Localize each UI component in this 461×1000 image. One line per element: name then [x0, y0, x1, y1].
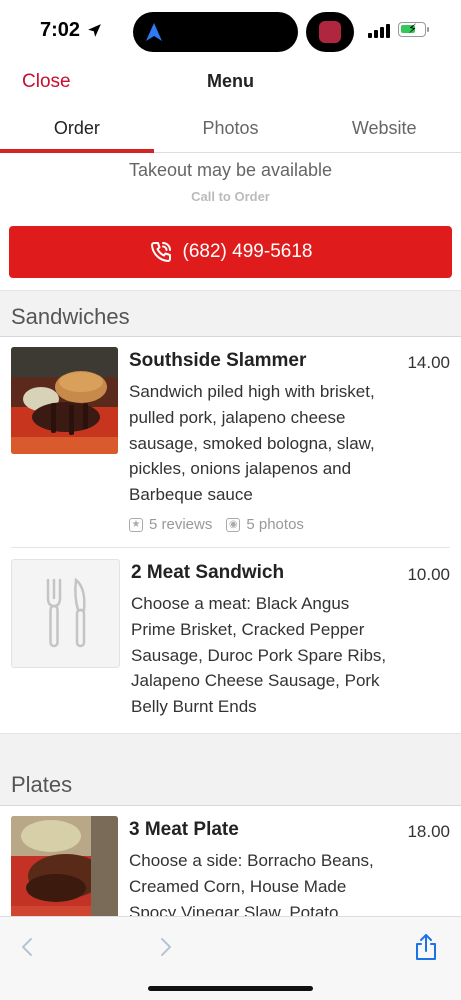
back-arrow-icon[interactable] [8, 927, 48, 967]
menu-item[interactable]: 2 Meat Sandwich 10.00 Choose a meat: Bla… [0, 548, 461, 733]
item-description: Choose a meat: Black Angus Prime Brisket… [131, 594, 387, 717]
item-photo[interactable] [11, 816, 118, 916]
section-header-sandwiches: Sandwiches [0, 290, 461, 337]
tab-website[interactable]: Website [307, 108, 461, 152]
photo-count[interactable]: 5 photos [246, 516, 304, 533]
nav-header: Close Menu [0, 62, 461, 104]
takeout-title: Takeout may be available [128, 160, 333, 180]
takeout-subtitle: Call to Order [191, 189, 270, 204]
home-indicator [148, 986, 313, 991]
section-title: Plates [11, 772, 73, 797]
dynamic-island-app-icon [306, 12, 354, 52]
call-button[interactable]: (682) 499-5618 [9, 226, 452, 278]
forward-arrow-icon[interactable] [145, 927, 185, 967]
review-count[interactable]: 5 reviews [149, 516, 212, 533]
item-meta: ★ 5 reviews ◉ 5 photos [129, 516, 304, 533]
section-header-plates: Plates [0, 733, 461, 806]
battery-icon: ⚡ [398, 21, 426, 37]
page-title: Menu [207, 71, 254, 91]
item-name[interactable]: 2 Meat Sandwich [131, 562, 284, 584]
item-description: Choose a side: Borracho Beans, Creamed C… [129, 851, 374, 916]
clock: 7:02 [40, 19, 103, 42]
tab-order[interactable]: Order [0, 108, 154, 153]
item-description: Sandwich piled high with brisket, pulled… [129, 382, 375, 505]
menu-item[interactable]: Southside Slammer 14.00 Sandwich piled h… [0, 337, 461, 548]
fork-knife-icon [46, 577, 86, 648]
star-icon: ★ [129, 517, 143, 532]
tab-bar: Order Photos Website [0, 108, 461, 153]
battery-nub [427, 27, 429, 32]
camera-icon: ◉ [226, 517, 241, 532]
phone-icon [150, 242, 171, 262]
bottom-toolbar [0, 916, 461, 1000]
menu-item[interactable]: 3 Meat Plate 18.00 Choose a side: Borrac… [0, 806, 461, 916]
item-name[interactable]: 3 Meat Plate [129, 819, 239, 841]
section-title: Sandwiches [11, 304, 130, 329]
takeout-info: Takeout may be available Call to Order [0, 160, 461, 204]
item-price: 10.00 [407, 565, 450, 584]
item-photo[interactable] [11, 347, 118, 454]
item-price: 14.00 [407, 353, 450, 372]
status-bar: 7:02 ⚡ [0, 0, 461, 62]
navigation-arrow-icon [146, 23, 162, 41]
item-name[interactable]: Southside Slammer [129, 350, 306, 372]
item-photo-placeholder [11, 559, 120, 668]
location-arrow-icon [88, 24, 101, 37]
call-button-phone: (682) 499-5618 [182, 241, 313, 262]
clock-time: 7:02 [40, 19, 81, 41]
cellular-signal-icon [368, 24, 390, 38]
item-price: 18.00 [407, 822, 450, 841]
dynamic-island [133, 12, 298, 52]
tab-photos[interactable]: Photos [154, 108, 308, 152]
share-icon[interactable] [406, 927, 446, 967]
